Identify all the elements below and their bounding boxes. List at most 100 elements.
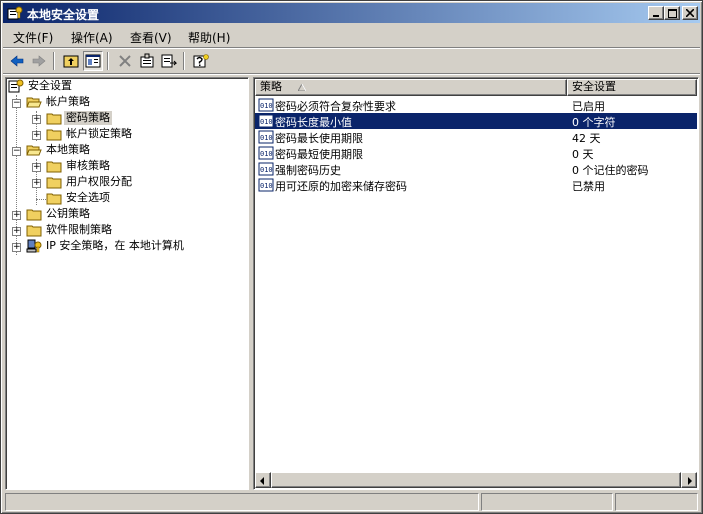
maximize-icon bbox=[667, 8, 677, 18]
menu-file[interactable]: 文件(F) bbox=[13, 29, 53, 46]
main-window: 本地安全设置 文件(F) 操作(A) 查看(V) 帮助(H) 安全设置 − 帐户… bbox=[0, 0, 703, 514]
help-button[interactable] bbox=[191, 51, 211, 71]
tree-public-key-policies[interactable]: 公钥策略 bbox=[44, 207, 92, 221]
delete-x-icon bbox=[119, 55, 131, 67]
up-one-level-button[interactable] bbox=[61, 51, 81, 71]
svg-text:010: 010 bbox=[260, 150, 273, 158]
table-row[interactable]: 010 密码最短使用期限 0 天 bbox=[255, 145, 697, 161]
expander-password-policy[interactable]: + bbox=[32, 115, 41, 124]
svg-text:010: 010 bbox=[260, 182, 273, 190]
scroll-right-button[interactable] bbox=[681, 472, 697, 488]
console-tree-icon bbox=[85, 54, 101, 68]
minimize-button[interactable] bbox=[648, 6, 664, 20]
expander-software-restriction-policies[interactable]: + bbox=[12, 227, 21, 236]
sort-ascending-icon bbox=[298, 84, 306, 91]
svg-text:010: 010 bbox=[260, 102, 273, 110]
svg-text:010: 010 bbox=[260, 134, 273, 142]
security-settings-icon bbox=[7, 6, 23, 20]
scroll-right-arrow-icon bbox=[688, 477, 692, 485]
minimize-icon bbox=[653, 15, 659, 17]
policy-icon: 010 bbox=[258, 114, 274, 128]
toolbar-separator bbox=[53, 52, 55, 70]
list-header: 策略 安全设置 bbox=[255, 79, 697, 96]
expander-audit-policy[interactable]: + bbox=[32, 163, 41, 172]
title-bar[interactable]: 本地安全设置 bbox=[3, 3, 700, 23]
table-row[interactable]: 010 密码必须符合复杂性要求 已启用 bbox=[255, 97, 697, 113]
column-header-security-setting[interactable]: 安全设置 bbox=[567, 79, 697, 96]
policy-icon: 010 bbox=[258, 146, 274, 160]
tree-ip-security-policies[interactable]: IP 安全策略，在 本地计算机 bbox=[44, 239, 186, 253]
policy-value: 已启用 bbox=[572, 100, 605, 113]
svg-text:010: 010 bbox=[260, 118, 273, 126]
tree-root-security-settings[interactable]: 安全设置 bbox=[26, 79, 74, 93]
scroll-left-arrow-icon bbox=[260, 477, 264, 485]
table-row[interactable]: 010 强制密码历史 0 个记住的密码 bbox=[255, 161, 697, 177]
close-icon bbox=[686, 9, 694, 17]
toolbar-separator bbox=[107, 52, 109, 70]
maximize-button[interactable] bbox=[664, 6, 680, 20]
window-title: 本地安全设置 bbox=[27, 8, 100, 22]
menu-help[interactable]: 帮助(H) bbox=[188, 29, 230, 46]
policy-name: 密码最长使用期限 bbox=[275, 132, 363, 145]
folder-icon bbox=[46, 113, 62, 125]
folder-open-icon bbox=[26, 97, 42, 108]
export-list-icon bbox=[161, 54, 177, 68]
policy-value: 0 个字符 bbox=[572, 116, 616, 129]
folder-icon bbox=[46, 177, 62, 189]
horizontal-scrollbar[interactable] bbox=[255, 472, 697, 488]
expander-account-lockout-policy[interactable]: + bbox=[32, 131, 41, 140]
show-hide-tree-button[interactable] bbox=[83, 51, 103, 71]
column-header-policy-label: 策略 bbox=[260, 80, 282, 93]
scroll-left-button[interactable] bbox=[255, 472, 271, 488]
expander-public-key-policies[interactable]: + bbox=[12, 211, 21, 220]
toolbar-separator-line bbox=[3, 73, 700, 75]
table-row[interactable]: 010 密码最长使用期限 42 天 bbox=[255, 129, 697, 145]
status-pane-secondary bbox=[481, 493, 613, 511]
export-list-button[interactable] bbox=[159, 51, 179, 71]
column-header-security-setting-label: 安全设置 bbox=[572, 80, 616, 93]
column-header-policy[interactable]: 策略 bbox=[255, 79, 567, 96]
back-button[interactable] bbox=[7, 51, 27, 71]
tree-password-policy[interactable]: 密码策略 bbox=[64, 111, 112, 125]
tree-local-policies[interactable]: 本地策略 bbox=[44, 143, 92, 157]
tree-account-lockout-policy[interactable]: 帐户锁定策略 bbox=[64, 127, 134, 141]
menu-action[interactable]: 操作(A) bbox=[71, 29, 113, 46]
close-button[interactable] bbox=[682, 6, 698, 20]
policy-name: 密码长度最小值 bbox=[275, 116, 352, 129]
expander-local-policies[interactable]: − bbox=[12, 147, 21, 156]
tree-audit-policy[interactable]: 审核策略 bbox=[64, 159, 112, 173]
table-row[interactable]: 010 用可还原的加密来储存密码 已禁用 bbox=[255, 177, 697, 193]
tree-security-options[interactable]: 安全选项 bbox=[64, 191, 112, 205]
expander-ip-security-policies[interactable]: + bbox=[12, 243, 21, 252]
back-arrow-icon bbox=[10, 55, 24, 67]
folder-icon bbox=[26, 225, 42, 237]
security-settings-icon bbox=[8, 79, 24, 93]
tree-software-restriction-policies[interactable]: 软件限制策略 bbox=[44, 223, 114, 237]
menu-view[interactable]: 查看(V) bbox=[130, 29, 172, 46]
toolbar-separator bbox=[183, 52, 185, 70]
policy-icon: 010 bbox=[258, 178, 274, 192]
policy-value: 已禁用 bbox=[572, 180, 605, 193]
folder-icon bbox=[46, 161, 62, 173]
status-pane-tertiary bbox=[615, 493, 698, 511]
scrollbar-thumb[interactable] bbox=[271, 472, 681, 488]
folder-open-icon bbox=[26, 145, 42, 156]
policy-list[interactable]: 策略 安全设置 010 密码必须符合复杂性要求 已启用 010 密码长度最小值 … bbox=[253, 77, 699, 490]
svg-text:010: 010 bbox=[260, 166, 273, 174]
help-icon bbox=[193, 54, 209, 68]
delete-button[interactable] bbox=[115, 51, 135, 71]
forward-button[interactable] bbox=[29, 51, 49, 71]
policy-icon: 010 bbox=[258, 162, 274, 176]
properties-button[interactable] bbox=[137, 51, 157, 71]
policy-name: 强制密码历史 bbox=[275, 164, 341, 177]
policy-icon: 010 bbox=[258, 130, 274, 144]
tree-user-rights-assignment[interactable]: 用户权限分配 bbox=[64, 175, 134, 189]
expander-user-rights-assignment[interactable]: + bbox=[32, 179, 41, 188]
menu-bar: 文件(F) 操作(A) 查看(V) 帮助(H) bbox=[3, 25, 700, 47]
policy-name: 用可还原的加密来储存密码 bbox=[275, 180, 407, 193]
console-tree[interactable]: 安全设置 − 帐户策略 + 密码策略 + 帐户锁定策略 − 本地策略 + 审核策… bbox=[5, 77, 249, 490]
tree-account-policies[interactable]: 帐户策略 bbox=[44, 95, 92, 109]
table-row-selected[interactable]: 010 密码长度最小值 0 个字符 bbox=[255, 113, 697, 129]
properties-icon bbox=[140, 53, 154, 68]
expander-account-policies[interactable]: − bbox=[12, 99, 21, 108]
